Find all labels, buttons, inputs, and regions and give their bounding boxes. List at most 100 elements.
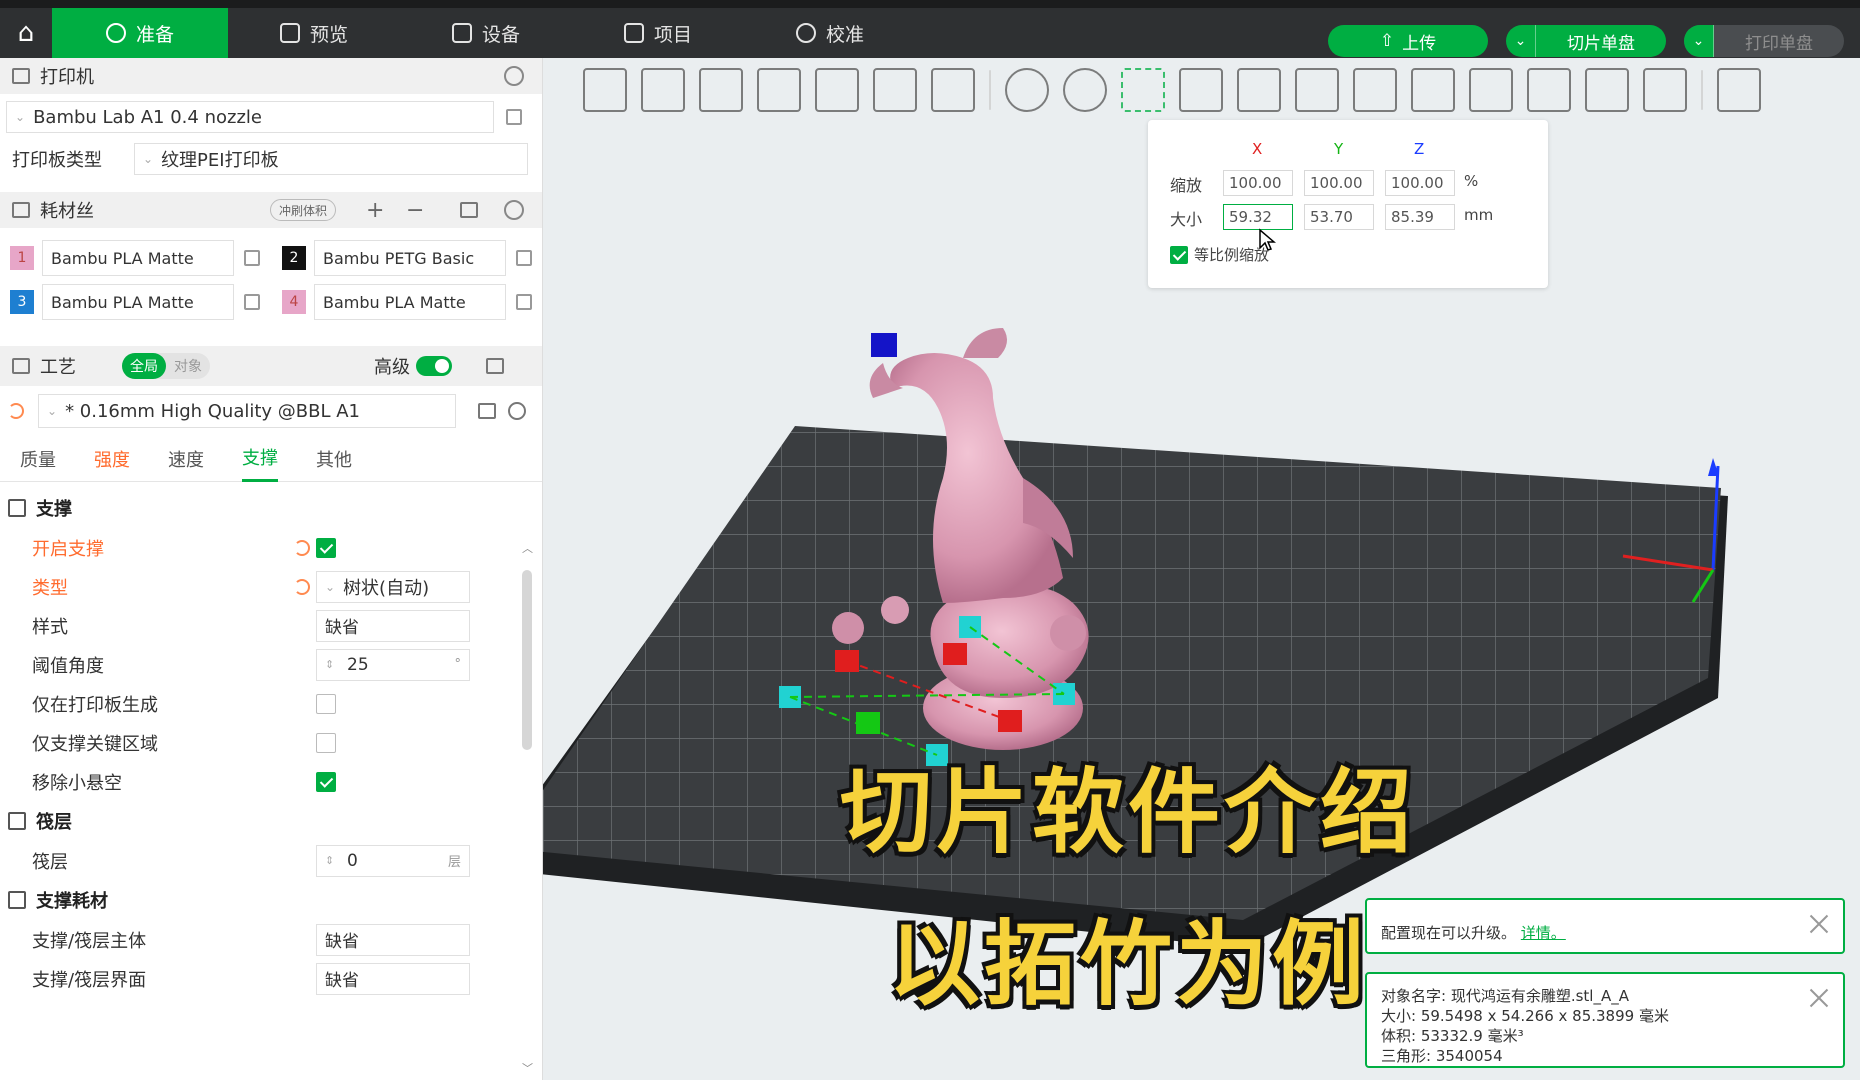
edit-icon[interactable]: [516, 250, 532, 266]
critical-only-checkbox[interactable]: [316, 732, 336, 753]
advanced-toggle[interactable]: [416, 356, 452, 376]
scale-z-input[interactable]: 100.00: [1385, 170, 1455, 196]
plus-icon[interactable]: +: [366, 198, 384, 223]
sync-icon[interactable]: [460, 202, 478, 218]
support-base-select[interactable]: 缺省: [316, 923, 470, 956]
boolean-icon[interactable]: [1295, 68, 1339, 112]
on-plate-only-checkbox[interactable]: [316, 693, 336, 714]
tab-prepare[interactable]: 准备: [52, 8, 228, 58]
explode-icon[interactable]: [1717, 68, 1761, 112]
filament-item-2[interactable]: 2 Bambu PETG Basic: [282, 240, 532, 276]
tab-others[interactable]: 其他: [316, 436, 352, 482]
reset-icon[interactable]: [8, 403, 24, 419]
details-link[interactable]: 详情。: [1521, 924, 1566, 942]
tab-support[interactable]: 支撑: [242, 436, 278, 482]
project-icon: [623, 23, 644, 43]
upload-button[interactable]: ⇧ 上传: [1328, 25, 1488, 57]
slice-plate-button[interactable]: ⌄ 切片单盘: [1506, 25, 1666, 57]
global-object-switch[interactable]: 全局 对象: [122, 353, 210, 379]
measure-icon[interactable]: [1585, 68, 1629, 112]
enable-support-checkbox[interactable]: [316, 537, 336, 558]
support-interface-select[interactable]: 缺省: [316, 962, 470, 995]
chevron-down-icon[interactable]: ﹀: [522, 1060, 533, 1076]
color-paint-icon[interactable]: [1527, 68, 1571, 112]
close-icon[interactable]: [1807, 986, 1831, 1010]
support-type-select[interactable]: ⌄ 树状(自动): [316, 570, 470, 603]
printer-icon: [12, 68, 30, 84]
home-button[interactable]: ⌂: [0, 8, 52, 58]
size-z-input[interactable]: 85.39: [1385, 204, 1455, 230]
settings-scrollbar[interactable]: ︿ ﹀: [520, 540, 534, 1080]
tab-strength[interactable]: 强度: [94, 436, 130, 482]
remove-overhang-checkbox[interactable]: [316, 771, 336, 792]
edit-icon[interactable]: [244, 250, 260, 266]
chevron-up-icon[interactable]: ︿: [522, 540, 533, 556]
threshold-angle-option: 阈值角度 ⇕ 25 °: [0, 645, 542, 684]
plate-settings-icon[interactable]: [815, 68, 859, 112]
chevron-down-icon[interactable]: ⌄: [1684, 25, 1714, 57]
tab-project[interactable]: 项目: [572, 8, 744, 58]
scale-icon[interactable]: [1121, 68, 1165, 112]
compare-icon[interactable]: [486, 358, 504, 374]
toolbar-divider: [1701, 70, 1703, 110]
seam-paint-icon[interactable]: [1411, 68, 1455, 112]
save-icon[interactable]: [478, 403, 496, 419]
gizmo-handle-top[interactable]: [871, 333, 897, 357]
uniform-scale-option[interactable]: 等比例缩放: [1170, 244, 1269, 265]
stepper-icon[interactable]: ⇕: [325, 854, 334, 867]
tab-speed[interactable]: 速度: [168, 436, 204, 482]
support-style-select[interactable]: 缺省: [316, 609, 470, 642]
size-x-input[interactable]: 59.32: [1223, 204, 1293, 230]
filament-item-3[interactable]: 3 Bambu PLA Matte: [10, 284, 260, 320]
scale-y-input[interactable]: 100.00: [1304, 170, 1374, 196]
filament-item-4[interactable]: 4 Bambu PLA Matte: [282, 284, 532, 320]
edit-icon[interactable]: [506, 109, 522, 125]
scale-x-input[interactable]: 100.00: [1223, 170, 1293, 196]
layers-list-icon[interactable]: [931, 68, 975, 112]
text-icon[interactable]: [1469, 68, 1513, 112]
gear-icon[interactable]: [504, 66, 524, 86]
move-icon[interactable]: [1005, 68, 1049, 112]
remove-overhang-option: 移除小悬空: [0, 762, 542, 801]
rotate-icon[interactable]: [1063, 68, 1107, 112]
tab-preview[interactable]: 预览: [228, 8, 400, 58]
gizmo-handle[interactable]: [943, 643, 967, 665]
tab-device[interactable]: 设备: [400, 8, 572, 58]
scrollbar-thumb[interactable]: [522, 570, 532, 750]
plate-parameter-icon[interactable]: [873, 68, 917, 112]
plate-type-select[interactable]: ⌄ 纹理PEI打印板: [134, 143, 528, 175]
process-preset-select[interactable]: ⌄ * 0.16mm High Quality @BBL A1: [38, 394, 456, 428]
3d-viewport[interactable]: X Y Z 缩放 100.00 100.00 100.00 % 大小 59.32…: [543, 58, 1860, 1080]
upgrade-notice: 配置现在可以升级。 详情。: [1365, 898, 1845, 954]
edit-icon[interactable]: [244, 294, 260, 310]
gizmo-handle[interactable]: [856, 712, 880, 734]
support-paint-icon[interactable]: [1353, 68, 1397, 112]
lay-on-face-icon[interactable]: [1179, 68, 1223, 112]
printer-select[interactable]: ⌄ Bambu Lab A1 0.4 nozzle: [6, 101, 494, 133]
flush-volume-button[interactable]: 冲刷体积: [270, 199, 337, 221]
minus-icon[interactable]: −: [406, 198, 424, 223]
chevron-down-icon[interactable]: ⌄: [1506, 25, 1536, 57]
assembly-icon[interactable]: [1643, 68, 1687, 112]
reset-icon[interactable]: [294, 578, 310, 595]
reset-icon[interactable]: [294, 539, 310, 556]
arrange-icon[interactable]: [757, 68, 801, 112]
search-icon[interactable]: [508, 402, 526, 420]
close-icon[interactable]: [1807, 912, 1831, 936]
calibrate-icon: [795, 23, 816, 43]
uniform-scale-checkbox[interactable]: [1170, 245, 1188, 264]
add-plate-icon[interactable]: [641, 68, 685, 112]
cut-icon[interactable]: [1237, 68, 1281, 112]
gear-icon[interactable]: [504, 200, 524, 220]
size-y-input[interactable]: 53.70: [1304, 204, 1374, 230]
tab-calibrate[interactable]: 校准: [744, 8, 916, 58]
print-plate-button[interactable]: ⌄ 打印单盘: [1684, 25, 1844, 57]
threshold-angle-input[interactable]: ⇕ 25 °: [316, 648, 470, 681]
filament-item-1[interactable]: 1 Bambu PLA Matte: [10, 240, 260, 276]
add-object-icon[interactable]: [583, 68, 627, 112]
tab-quality[interactable]: 质量: [20, 436, 56, 482]
stepper-icon[interactable]: ⇕: [325, 658, 334, 671]
raft-layers-input[interactable]: ⇕ 0 层: [316, 844, 470, 877]
edit-icon[interactable]: [516, 294, 532, 310]
auto-orient-icon[interactable]: [699, 68, 743, 112]
